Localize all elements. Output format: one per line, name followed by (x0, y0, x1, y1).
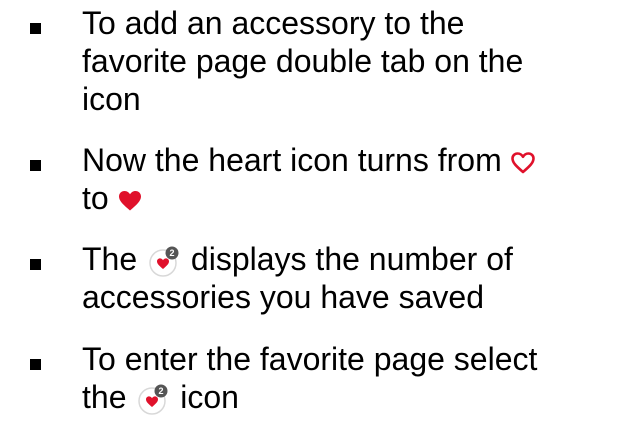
heart-outline-icon (510, 151, 535, 174)
favorites-badge-icon: 2 (148, 246, 180, 278)
bullet-3-text-b: displays the number of (190, 241, 513, 277)
bullet-marker (30, 23, 41, 34)
bullet-4-text-a: the (82, 379, 127, 415)
bullet-marker (30, 359, 41, 370)
heart-filled-icon (118, 190, 142, 212)
bullet-3-text-a: The (82, 241, 138, 277)
bullet-4-text-b: icon (180, 379, 239, 415)
badge-count: 2 (170, 248, 175, 258)
instruction-list: To add an accessory to the favorite page… (0, 0, 629, 426)
bullet-marker (30, 160, 41, 171)
favorites-badge-icon: 2 (137, 384, 169, 416)
bullet-2-text-a: Now the heart icon turns from (82, 142, 502, 178)
bullet-1-line-1: To add an accessory to the (82, 5, 465, 41)
bullet-1-line-2: favorite page double tab on the (82, 43, 524, 79)
bullet-marker (30, 259, 41, 270)
badge-count: 2 (159, 386, 164, 396)
bullet-1-line-3: icon (82, 81, 141, 117)
bullet-3-line-2: accessories you have saved (82, 279, 484, 315)
bullet-2-text-b: to (82, 180, 109, 216)
bullet-4-line-1: To enter the favorite page select (82, 341, 538, 377)
